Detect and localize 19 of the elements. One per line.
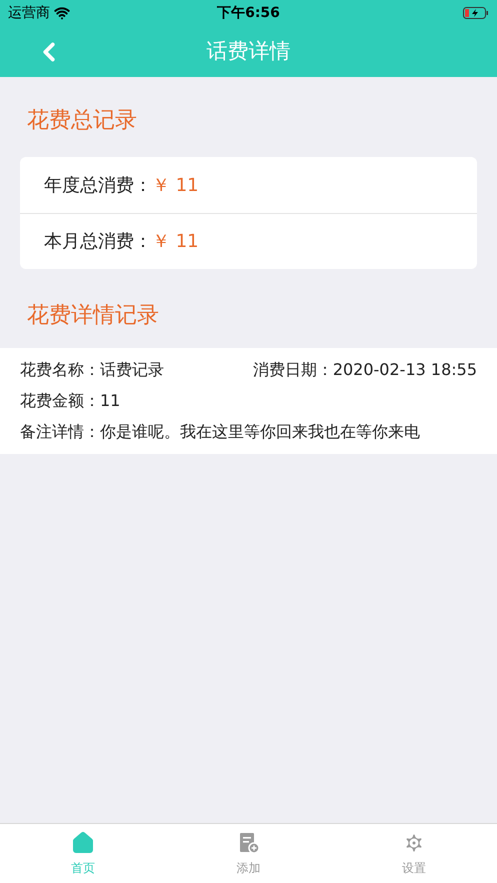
summary-label: 年度总消费： [44,174,152,198]
wifi-icon [54,5,70,21]
summary-label: 本月总消费： [44,230,152,254]
tab-item[interactable]: 首页 [0,824,166,883]
page-title: 话费详情 [206,38,290,65]
record-note: 备注详情：你是谁呢。我在这里等你回来我也在等你来电 [20,421,421,443]
tab-item[interactable]: 添加 [166,824,332,883]
record-amount: 花费金额：11 [20,390,122,412]
battery-icon [463,7,489,19]
summary-value: ￥ 11 [152,230,199,254]
carrier-name: 运营商 [8,4,50,22]
record-date: 消费日期：2020-02-13 18:55 [252,359,477,381]
section-title: 花费详情记录 [27,302,159,330]
home-icon [70,830,95,854]
tab-item[interactable]: 设置 [331,824,497,883]
section-title: 花费总记录 [27,107,137,135]
summary-value: ￥ 11 [152,174,199,198]
status-time: 下午6:56 [217,4,280,22]
record-name: 花费名称：话费记录 [20,359,164,381]
